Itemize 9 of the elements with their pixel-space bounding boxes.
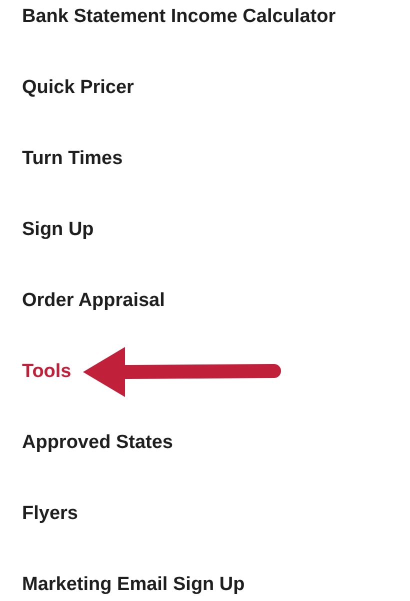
menu-item[interactable]: Turn Times [22, 147, 123, 171]
menu-item[interactable]: Tools [22, 360, 72, 384]
menu-item[interactable]: Order Appraisal [22, 289, 165, 313]
menu-item[interactable]: Sign Up [22, 218, 94, 242]
menu-item[interactable]: Marketing Email Sign Up [22, 573, 245, 597]
menu-item[interactable]: Flyers [22, 502, 78, 526]
menu-item[interactable]: Approved States [22, 431, 173, 455]
menu-item[interactable]: Quick Pricer [22, 76, 134, 100]
menu-item[interactable]: Bank Statement Income Calculator [22, 5, 336, 29]
